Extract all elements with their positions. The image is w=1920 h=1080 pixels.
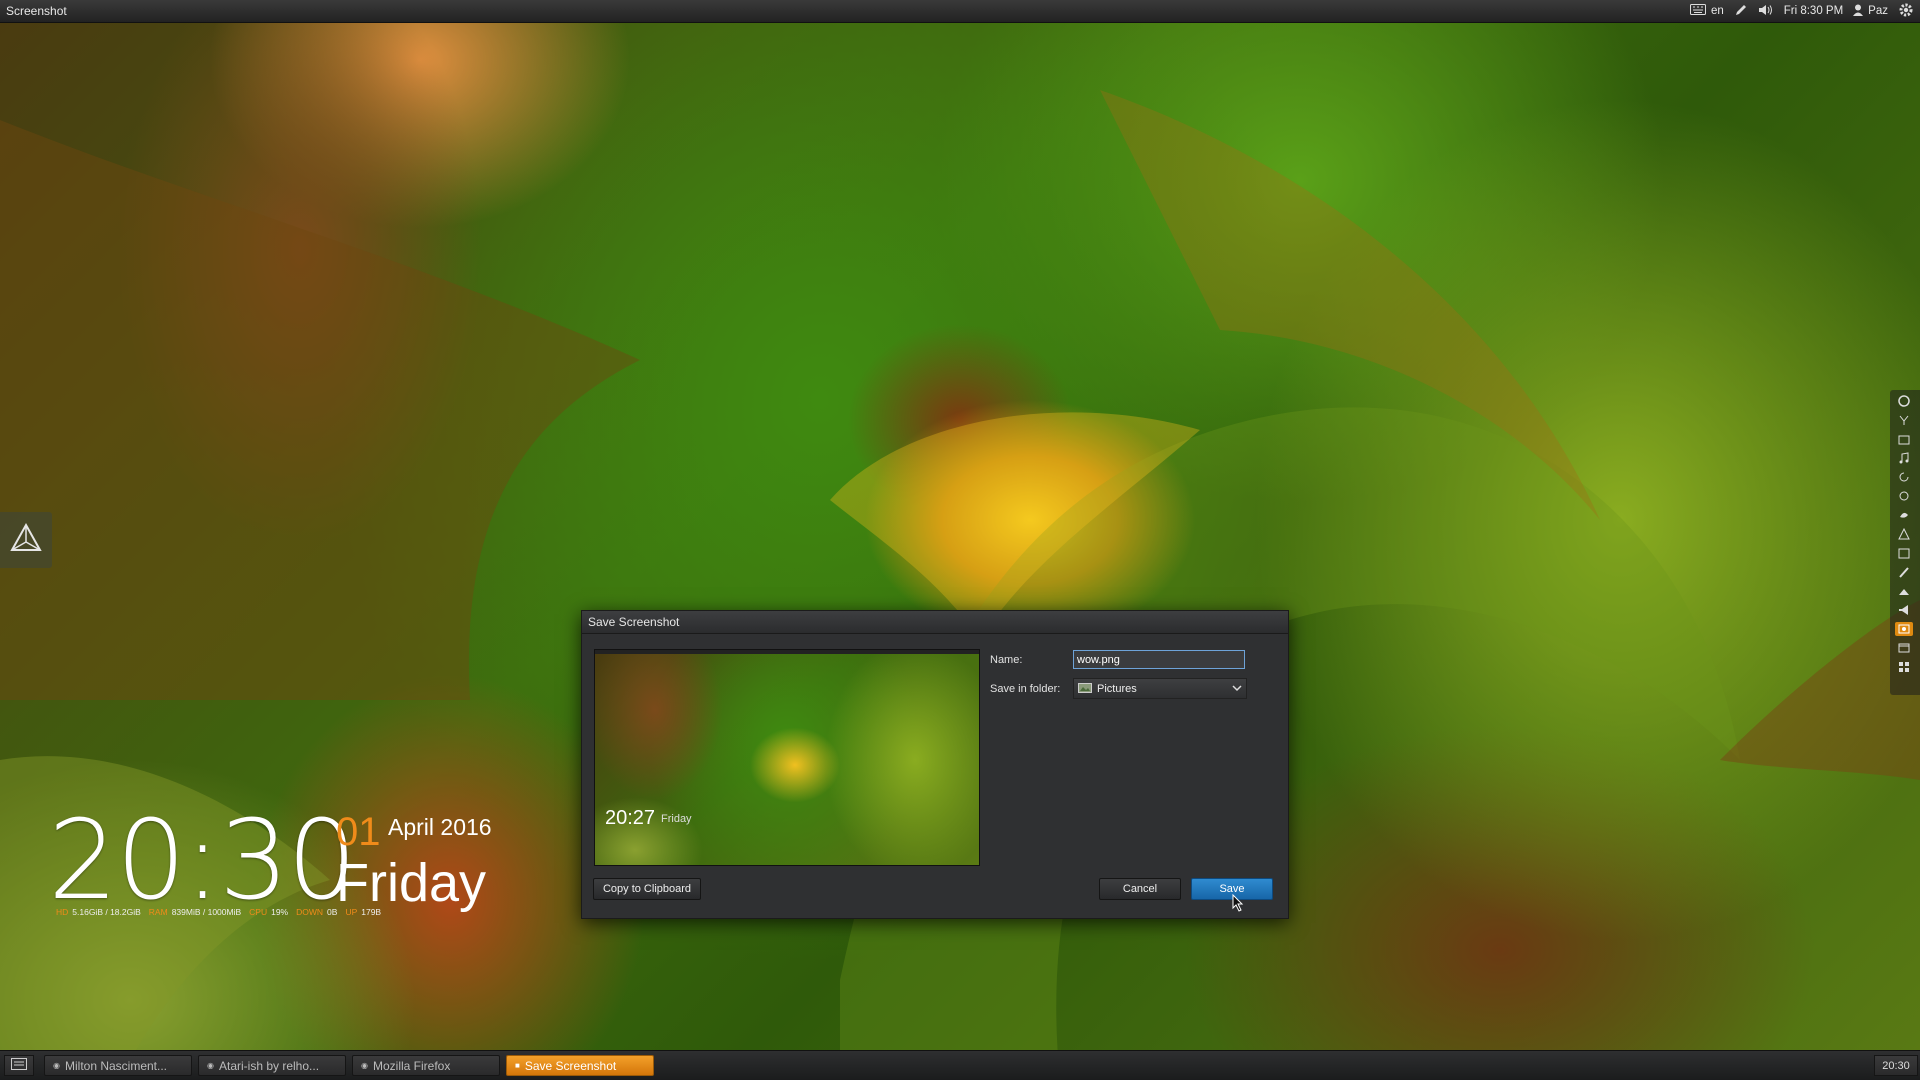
active-window-title: Screenshot: [6, 4, 67, 18]
datetime-indicator[interactable]: Fri 8:30 PM: [1784, 5, 1843, 17]
dock-screenshot-icon[interactable]: [1895, 622, 1913, 636]
speaker-icon: [1758, 3, 1774, 20]
dock-triangle-icon[interactable]: [1895, 527, 1913, 541]
keyboard-indicator[interactable]: en: [1689, 4, 1724, 18]
task-milton[interactable]: ◉ Milton Nasciment...: [44, 1055, 192, 1076]
clock-weekday: Friday: [336, 853, 487, 913]
task-firefox[interactable]: ◉ Mozilla Firefox: [352, 1055, 500, 1076]
app-launcher[interactable]: [0, 512, 52, 568]
top-panel: Screenshot en Fri 8:30 PM Paz: [0, 0, 1920, 23]
indicator-area: en Fri 8:30 PM Paz: [1689, 0, 1920, 22]
preview-top-panel: [595, 650, 979, 654]
dock-tools-icon[interactable]: [1895, 413, 1913, 427]
dock-calendar-icon[interactable]: [1895, 546, 1913, 560]
stat-cpu: CPU 19%: [249, 907, 289, 917]
dock-files-icon[interactable]: [1895, 432, 1913, 446]
clock-day-number: 01: [336, 810, 381, 854]
task-label: Atari-ish by relho...: [218, 1058, 320, 1073]
keyboard-layout-label: en: [1710, 5, 1724, 17]
pen-icon: [1734, 3, 1748, 20]
dock-window-icon[interactable]: [1895, 641, 1913, 655]
taskbar-clock[interactable]: 20:30: [1874, 1055, 1918, 1076]
preview-clock-time: 20:27: [605, 807, 656, 829]
system-stats: HD 5.16GiB / 18.2GiB RAM 839MiB / 1000MiB …: [56, 907, 381, 917]
firefox-icon: ◉: [361, 1061, 368, 1070]
mouse-cursor-icon: [1232, 893, 1244, 917]
dock-firefox-icon[interactable]: [1895, 394, 1913, 408]
right-dock: [1890, 390, 1920, 695]
folder-select[interactable]: Pictures: [1073, 678, 1247, 699]
dock-megaphone-icon[interactable]: [1895, 603, 1913, 617]
folder-select-value: Pictures: [1097, 682, 1137, 695]
app-dot-icon: ◉: [207, 1061, 214, 1070]
task-atari[interactable]: ◉ Atari-ish by relho...: [198, 1055, 346, 1076]
person-icon: [1853, 4, 1864, 19]
volume-indicator[interactable]: [1758, 3, 1774, 20]
cancel-button[interactable]: Cancel: [1099, 878, 1181, 900]
screenshot-app-icon: ■: [515, 1061, 520, 1070]
dock-chat-icon[interactable]: [1895, 489, 1913, 503]
pen-indicator[interactable]: [1734, 3, 1748, 20]
chevron-down-icon: [1232, 683, 1242, 695]
copy-to-clipboard-button[interactable]: Copy to Clipboard: [593, 878, 701, 900]
folder-label: Save in folder:: [990, 683, 1061, 695]
folder-pictures-icon: [1078, 682, 1092, 696]
stat-up: UP 179B: [345, 907, 382, 917]
show-desktop-button[interactable]: [4, 1055, 34, 1076]
desktop-icon: [11, 1057, 27, 1075]
dock-apps-grid-icon[interactable]: [1895, 660, 1913, 674]
datetime-label: Fri 8:30 PM: [1783, 5, 1844, 17]
dock-bird-icon[interactable]: [1895, 508, 1913, 522]
screenshot-preview: 20:27 Friday: [594, 649, 980, 866]
session-indicator[interactable]: [1898, 2, 1914, 21]
dialog-title[interactable]: Save Screenshot: [582, 611, 1288, 634]
clock-month-year: April 2016: [388, 814, 492, 840]
keyboard-icon: [1689, 4, 1706, 18]
dock-refresh-icon[interactable]: [1895, 470, 1913, 484]
dock-music-icon[interactable]: [1895, 451, 1913, 465]
name-label: Name:: [990, 654, 1023, 666]
filename-input[interactable]: [1073, 650, 1245, 669]
bottom-taskbar: ◉ Milton Nasciment... ◉ Atari-ish by rel…: [0, 1050, 1920, 1080]
stat-hd: HD 5.16GiB / 18.2GiB: [56, 907, 141, 917]
save-screenshot-dialog: Save Screenshot 20:27 Friday Name: Save …: [581, 610, 1289, 919]
stat-down: DOWN 0B: [296, 907, 338, 917]
stat-ram: RAM 839MiB / 1000MiB: [148, 907, 242, 917]
task-label: Mozilla Firefox: [372, 1058, 451, 1073]
dock-brush-icon[interactable]: [1895, 565, 1913, 579]
user-name-label: Paz: [1868, 5, 1888, 17]
gear-icon: [1898, 2, 1914, 21]
triangle-logo-icon: [8, 520, 44, 561]
app-dot-icon: ◉: [53, 1061, 60, 1070]
task-label: Save Screenshot: [524, 1058, 617, 1073]
dock-paint-icon[interactable]: [1895, 584, 1913, 598]
clock-time: 20:30: [48, 796, 357, 924]
user-indicator[interactable]: Paz: [1853, 4, 1888, 19]
task-label: Milton Nasciment...: [64, 1058, 168, 1073]
preview-weekday: Friday: [661, 813, 692, 825]
task-save-screenshot[interactable]: ■ Save Screenshot: [506, 1055, 654, 1076]
